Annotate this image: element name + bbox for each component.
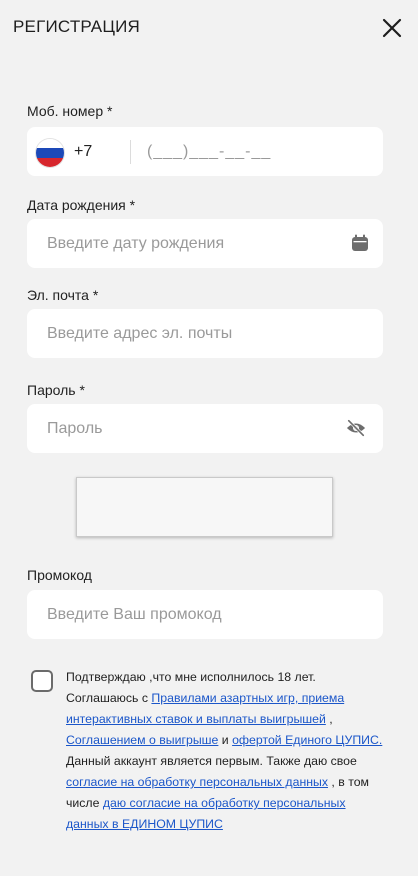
personal-data-consent-link[interactable]: согласие на обработку персональных данны… (66, 775, 328, 789)
email-label: Эл. почта * (27, 287, 99, 303)
password-input[interactable] (47, 404, 327, 453)
winnings-agreement-link[interactable]: Соглашением о выигрыше (66, 733, 218, 747)
promo-field[interactable] (27, 590, 383, 639)
password-field[interactable] (27, 404, 383, 453)
email-input[interactable] (47, 309, 327, 358)
toggle-password-visibility-button[interactable] (346, 418, 366, 438)
phone-field[interactable]: +7 (27, 127, 383, 176)
consent-checkbox[interactable] (31, 670, 53, 692)
promo-input[interactable] (47, 590, 327, 639)
birthdate-field[interactable] (27, 219, 383, 268)
consent-text: Подтверждаю ,что мне исполнилось 18 лет.… (66, 667, 386, 835)
password-label: Пароль * (27, 382, 85, 398)
country-code: +7 (74, 143, 93, 160)
consent-text-part: и (218, 733, 233, 747)
birthdate-label: Дата рождения * (27, 197, 136, 213)
close-icon (382, 18, 402, 38)
captcha-box[interactable] (76, 477, 333, 537)
page-title: Регистрация (13, 17, 141, 36)
russia-flag-icon[interactable] (36, 139, 64, 167)
email-field[interactable] (27, 309, 383, 358)
eye-slash-icon (346, 419, 366, 437)
birthdate-input[interactable] (47, 219, 327, 268)
phone-input[interactable] (147, 127, 367, 176)
close-button[interactable] (378, 14, 406, 42)
cupis-personal-data-link[interactable]: даю согласие на обработку персональных д… (66, 796, 346, 831)
phone-label: Моб. номер * (27, 103, 113, 119)
phone-divider (130, 140, 131, 164)
promo-label: Промокод (27, 567, 92, 583)
cupis-offer-link[interactable]: офертой Единого ЦУПИС. (232, 733, 382, 747)
calendar-button[interactable] (350, 233, 370, 253)
header: Регистрация (0, 0, 418, 56)
consent-text-part: , (325, 712, 333, 726)
consent-text-part: Данный аккаунт является первым. Также да… (66, 754, 357, 768)
calendar-icon (352, 234, 368, 251)
